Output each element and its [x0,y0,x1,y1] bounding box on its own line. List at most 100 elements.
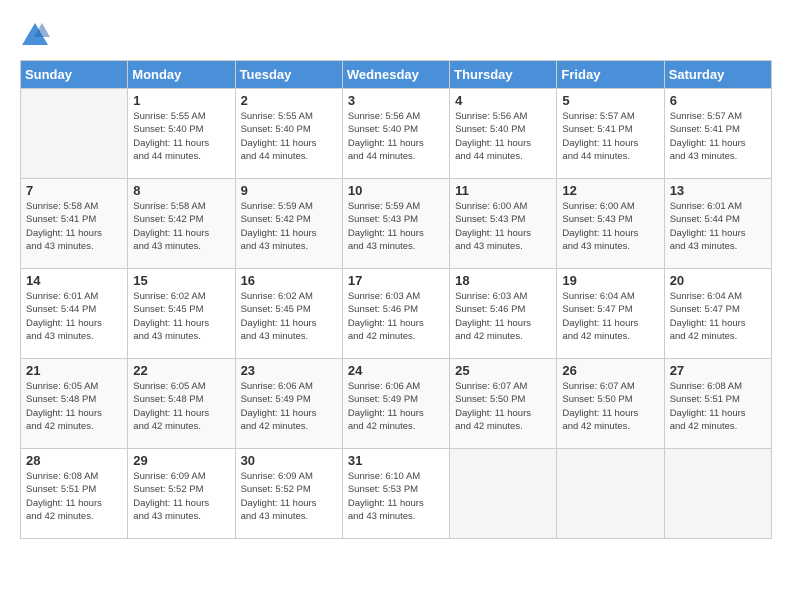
day-info: Sunrise: 6:08 AM Sunset: 5:51 PM Dayligh… [670,380,766,433]
day-header-sunday: Sunday [21,61,128,89]
page-header [20,20,772,50]
day-info: Sunrise: 6:07 AM Sunset: 5:50 PM Dayligh… [562,380,658,433]
week-row-0: 1 Sunrise: 5:55 AM Sunset: 5:40 PM Daylig… [21,89,772,179]
calendar-cell: 12 Sunrise: 6:00 AM Sunset: 5:43 PM Dayli… [557,179,664,269]
day-info: Sunrise: 6:04 AM Sunset: 5:47 PM Dayligh… [670,290,766,343]
day-info: Sunrise: 6:06 AM Sunset: 5:49 PM Dayligh… [348,380,444,433]
day-info: Sunrise: 5:57 AM Sunset: 5:41 PM Dayligh… [562,110,658,163]
day-info: Sunrise: 5:55 AM Sunset: 5:40 PM Dayligh… [133,110,229,163]
day-info: Sunrise: 6:00 AM Sunset: 5:43 PM Dayligh… [455,200,551,253]
calendar-cell: 18 Sunrise: 6:03 AM Sunset: 5:46 PM Dayli… [450,269,557,359]
header-row: SundayMondayTuesdayWednesdayThursdayFrid… [21,61,772,89]
day-info: Sunrise: 6:09 AM Sunset: 5:52 PM Dayligh… [241,470,337,523]
day-number: 5 [562,93,658,108]
day-header-friday: Friday [557,61,664,89]
day-info: Sunrise: 5:56 AM Sunset: 5:40 PM Dayligh… [455,110,551,163]
calendar-cell: 30 Sunrise: 6:09 AM Sunset: 5:52 PM Dayli… [235,449,342,539]
calendar-cell: 8 Sunrise: 5:58 AM Sunset: 5:42 PM Daylig… [128,179,235,269]
day-info: Sunrise: 5:59 AM Sunset: 5:42 PM Dayligh… [241,200,337,253]
day-header-tuesday: Tuesday [235,61,342,89]
calendar-table: SundayMondayTuesdayWednesdayThursdayFrid… [20,60,772,539]
day-number: 29 [133,453,229,468]
day-number: 4 [455,93,551,108]
day-info: Sunrise: 6:00 AM Sunset: 5:43 PM Dayligh… [562,200,658,253]
day-header-thursday: Thursday [450,61,557,89]
day-info: Sunrise: 5:58 AM Sunset: 5:42 PM Dayligh… [133,200,229,253]
day-number: 9 [241,183,337,198]
day-number: 10 [348,183,444,198]
calendar-cell: 29 Sunrise: 6:09 AM Sunset: 5:52 PM Dayli… [128,449,235,539]
day-header-wednesday: Wednesday [342,61,449,89]
day-number: 12 [562,183,658,198]
day-header-saturday: Saturday [664,61,771,89]
calendar-cell: 21Sunrise: 6:05 AM Sunset: 5:48 PM Dayli… [21,359,128,449]
day-info: Sunrise: 6:06 AM Sunset: 5:49 PM Dayligh… [241,380,337,433]
calendar-cell: 9 Sunrise: 5:59 AM Sunset: 5:42 PM Daylig… [235,179,342,269]
day-number: 22 [133,363,229,378]
day-info: Sunrise: 6:02 AM Sunset: 5:45 PM Dayligh… [241,290,337,343]
calendar-cell [450,449,557,539]
calendar-cell: 23 Sunrise: 6:06 AM Sunset: 5:49 PM Dayli… [235,359,342,449]
calendar-cell: 1 Sunrise: 5:55 AM Sunset: 5:40 PM Daylig… [128,89,235,179]
day-number: 23 [241,363,337,378]
calendar-cell: 27 Sunrise: 6:08 AM Sunset: 5:51 PM Dayli… [664,359,771,449]
calendar-cell: 25 Sunrise: 6:07 AM Sunset: 5:50 PM Dayli… [450,359,557,449]
day-number: 24 [348,363,444,378]
day-number: 7 [26,183,122,198]
calendar-cell: 28 Sunrise: 6:08 AM Sunset: 5:51 PM Dayli… [21,449,128,539]
day-info: Sunrise: 6:07 AM Sunset: 5:50 PM Dayligh… [455,380,551,433]
day-number: 30 [241,453,337,468]
day-info: Sunrise: 5:59 AM Sunset: 5:43 PM Dayligh… [348,200,444,253]
day-number: 8 [133,183,229,198]
day-number: 1 [133,93,229,108]
day-number: 18 [455,273,551,288]
day-info: Sunrise: 6:10 AM Sunset: 5:53 PM Dayligh… [348,470,444,523]
calendar-cell: 16 Sunrise: 6:02 AM Sunset: 5:45 PM Dayli… [235,269,342,359]
week-row-1: 7 Sunrise: 5:58 AM Sunset: 5:41 PM Daylig… [21,179,772,269]
calendar-cell: 20 Sunrise: 6:04 AM Sunset: 5:47 PM Dayli… [664,269,771,359]
calendar-cell: 6 Sunrise: 5:57 AM Sunset: 5:41 PM Daylig… [664,89,771,179]
calendar-cell: 14 Sunrise: 6:01 AM Sunset: 5:44 PM Dayli… [21,269,128,359]
calendar-cell [664,449,771,539]
day-info: Sunrise: 6:09 AM Sunset: 5:52 PM Dayligh… [133,470,229,523]
day-number: 31 [348,453,444,468]
day-number: 19 [562,273,658,288]
week-row-2: 14 Sunrise: 6:01 AM Sunset: 5:44 PM Dayli… [21,269,772,359]
calendar-cell [557,449,664,539]
calendar-cell: 26 Sunrise: 6:07 AM Sunset: 5:50 PM Dayli… [557,359,664,449]
day-info: Sunrise: 5:58 AM Sunset: 5:41 PM Dayligh… [26,200,122,253]
calendar-cell: 10 Sunrise: 5:59 AM Sunset: 5:43 PM Dayli… [342,179,449,269]
day-number: 21 [26,363,122,378]
day-number: 14 [26,273,122,288]
calendar-cell: 31 Sunrise: 6:10 AM Sunset: 5:53 PM Dayli… [342,449,449,539]
day-number: 16 [241,273,337,288]
day-number: 17 [348,273,444,288]
calendar-cell: 7 Sunrise: 5:58 AM Sunset: 5:41 PM Daylig… [21,179,128,269]
day-info: Sunrise: 5:57 AM Sunset: 5:41 PM Dayligh… [670,110,766,163]
day-number: 2 [241,93,337,108]
calendar-cell: 22 Sunrise: 6:05 AM Sunset: 5:48 PM Dayli… [128,359,235,449]
calendar-cell: 17Sunrise: 6:03 AM Sunset: 5:46 PM Dayli… [342,269,449,359]
day-number: 13 [670,183,766,198]
calendar-cell: 4 Sunrise: 5:56 AM Sunset: 5:40 PM Daylig… [450,89,557,179]
day-info: Sunrise: 6:02 AM Sunset: 5:45 PM Dayligh… [133,290,229,343]
day-number: 26 [562,363,658,378]
day-number: 20 [670,273,766,288]
day-number: 3 [348,93,444,108]
day-info: Sunrise: 5:56 AM Sunset: 5:40 PM Dayligh… [348,110,444,163]
calendar-cell: 13Sunrise: 6:01 AM Sunset: 5:44 PM Dayli… [664,179,771,269]
calendar-cell: 2 Sunrise: 5:55 AM Sunset: 5:40 PM Daylig… [235,89,342,179]
day-info: Sunrise: 6:05 AM Sunset: 5:48 PM Dayligh… [133,380,229,433]
day-number: 6 [670,93,766,108]
day-info: Sunrise: 5:55 AM Sunset: 5:40 PM Dayligh… [241,110,337,163]
week-row-3: 21 Sunrise: 6:05 AM Sunset: 5:48 PM Dayli… [21,359,772,449]
day-number: 27 [670,363,766,378]
day-header-monday: Monday [128,61,235,89]
week-row-4: 28 Sunrise: 6:08 AM Sunset: 5:51 PM Dayli… [21,449,772,539]
day-number: 28 [26,453,122,468]
calendar-cell: 15Sunrise: 6:02 AM Sunset: 5:45 PM Dayli… [128,269,235,359]
day-number: 25 [455,363,551,378]
day-info: Sunrise: 6:08 AM Sunset: 5:51 PM Dayligh… [26,470,122,523]
day-info: Sunrise: 6:01 AM Sunset: 5:44 PM Dayligh… [26,290,122,343]
day-info: Sunrise: 6:03 AM Sunset: 5:46 PM Dayligh… [455,290,551,343]
